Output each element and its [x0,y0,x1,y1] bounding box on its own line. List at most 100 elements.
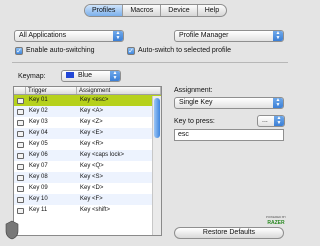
autoswitch-selected-checkbox[interactable]: ✓ Auto-switch to selected profile [127,46,231,55]
enable-autoswitching-label: Enable auto-switching [26,47,95,54]
table-row[interactable]: Key 08 Key <S> [14,172,161,183]
belkin-logo-mark [5,220,19,240]
trigger-cell: Key 01 [29,97,48,103]
belkin-shield-icon [5,220,19,240]
assignment-cell: Key <S> [80,174,104,180]
key-cell-icon [14,106,26,117]
checkmark-icon: ✓ [127,46,135,55]
key-cell-icon [14,194,26,205]
table-row[interactable]: Key 01 Key <esc> [14,95,161,106]
razer-logo: POWERED BY RAZER [264,214,288,226]
assignment-cell: Key <esc> [80,97,109,103]
key-cell-icon [14,139,26,150]
autoswitch-selected-label: Auto-switch to selected profile [138,47,231,54]
table-scrollbar[interactable] [152,96,161,235]
trigger-cell: Key 04 [29,130,48,136]
key-cell-icon [14,183,26,194]
key-icon [16,119,24,126]
trigger-cell: Key 02 [29,108,48,114]
column-header-icon [14,87,26,94]
tab-profiles[interactable]: Profiles [85,5,124,16]
application-select-value: All Applications [19,32,67,39]
assignment-select-value: Single Key [179,99,213,106]
key-to-press-field[interactable]: esc [174,129,284,141]
divider [12,62,288,63]
trigger-cell: Key 07 [29,163,48,169]
scrollbar-thumb[interactable] [154,98,160,138]
trigger-cell: Key 03 [29,119,48,125]
key-icon [16,163,24,170]
assignment-cell: Key <A> [80,108,104,114]
tab-macros[interactable]: Macros [123,5,162,16]
table-row[interactable]: Key 05 Key <R> [14,139,161,150]
select-arrows-icon: ▲ ▼ [113,31,123,41]
assignment-cell: Key <R> [80,141,104,147]
trigger-cell: Key 09 [29,185,48,191]
assignment-cell: Key <shift> [80,207,111,213]
trigger-cell: Key 06 [29,152,48,158]
select-arrows-icon: ▲ ▼ [273,98,283,108]
assignment-cell: Key <F> [80,196,103,202]
trigger-cell: Key 08 [29,174,48,180]
enable-autoswitching-checkbox[interactable]: ✓ Enable auto-switching [15,46,95,55]
select-arrows-icon: ▲ ▼ [110,71,120,81]
select-arrows-icon: ▲ ▼ [274,116,284,126]
table-row[interactable]: Key 10 Key <F> [14,194,161,205]
application-select[interactable]: All Applications ▲ ▼ [14,30,124,42]
key-cell-icon [14,161,26,172]
key-cell-icon [14,117,26,128]
key-icon [16,152,24,159]
table-row[interactable]: Key 02 Key <A> [14,106,161,117]
assignment-cell: Key <Q> [80,163,104,169]
trigger-cell: Key 10 [29,196,48,202]
table-header: Trigger Assignment [14,87,161,95]
assignment-label: Assignment: [174,87,213,94]
trigger-cell: Key 11 [29,207,48,213]
key-cell-icon [14,95,26,106]
profile-select[interactable]: Profile Manager ▲ ▼ [174,30,284,42]
keymap-label: Keymap: [18,73,46,80]
key-cell-icon [14,205,26,216]
column-header-trigger[interactable]: Trigger [26,87,77,94]
key-to-press-dropdown[interactable]: ... ▲ ▼ [257,115,285,127]
keymap-select[interactable]: Blue ▲ ▼ [61,70,121,82]
key-icon [16,207,24,214]
key-icon [16,130,24,137]
table-row[interactable]: Key 03 Key <Z> [14,117,161,128]
key-icon [16,196,24,203]
key-icon [16,108,24,115]
key-assignment-table: Trigger Assignment Key 01 Key <esc> Key 02… [13,86,162,236]
table-row[interactable]: Key 07 Key <Q> [14,161,161,172]
assignment-cell: Key <caps lock> [80,152,125,158]
key-icon [16,185,24,192]
select-arrows-icon: ▲ ▼ [273,31,283,41]
tab-bar: Profiles Macros Device Help [84,4,228,17]
tab-help[interactable]: Help [198,5,226,16]
assignment-select[interactable]: Single Key ▲ ▼ [174,97,284,109]
key-icon [16,97,24,104]
key-cell-icon [14,150,26,161]
table-row[interactable]: Key 06 Key <caps lock> [14,150,161,161]
trigger-cell: Key 05 [29,141,48,147]
column-header-assignment[interactable]: Assignment [77,87,161,94]
key-cell-icon [14,172,26,183]
restore-defaults-button[interactable]: Restore Defaults [174,227,284,239]
keymap-color-swatch [66,72,74,79]
tab-device[interactable]: Device [161,5,198,16]
key-to-press-label: Key to press: [174,118,215,125]
table-body: Key 01 Key <esc> Key 02 Key <A> Key 03 Key <Z… [14,95,161,216]
keymap-select-value: Blue [77,72,92,79]
key-cell-icon [14,128,26,139]
profile-select-value: Profile Manager [179,32,229,39]
table-row[interactable]: Key 11 Key <shift> [14,205,161,216]
key-icon [16,174,24,181]
checkmark-icon: ✓ [15,46,23,55]
key-to-press-dropdown-value: ... [262,117,268,124]
table-row[interactable]: Key 09 Key <D> [14,183,161,194]
key-icon [16,141,24,148]
table-row[interactable]: Key 04 Key <E> [14,128,161,139]
assignment-cell: Key <D> [80,185,104,191]
assignment-cell: Key <Z> [80,119,103,125]
razer-text: RAZER [267,220,285,226]
assignment-cell: Key <E> [80,130,104,136]
